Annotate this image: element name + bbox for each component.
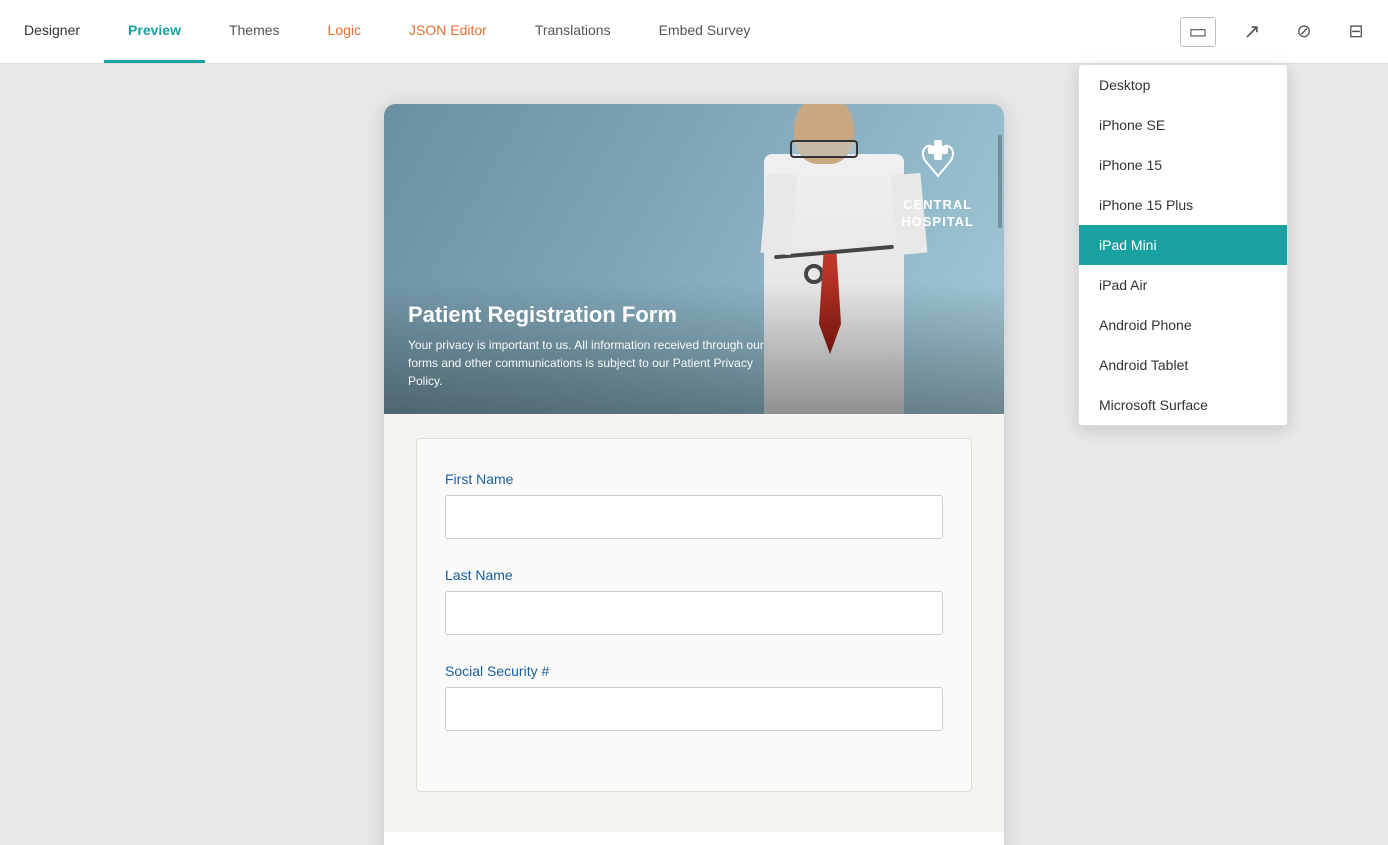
device-dropdown-menu: Desktop iPhone SE iPhone 15 iPhone 15 Pl…	[1078, 64, 1288, 426]
dropdown-item-iphone-15[interactable]: iPhone 15	[1079, 145, 1287, 185]
dropdown-item-ipad-air[interactable]: iPad Air	[1079, 265, 1287, 305]
dropdown-item-microsoft-surface[interactable]: Microsoft Surface	[1079, 385, 1287, 425]
first-name-label: First Name	[445, 471, 943, 487]
social-security-field: Social Security #	[445, 663, 943, 731]
doctor-glasses	[790, 140, 858, 158]
dropdown-item-iphone-se[interactable]: iPhone SE	[1079, 105, 1287, 145]
nav-embed-survey[interactable]: Embed Survey	[635, 0, 775, 63]
social-security-input[interactable]	[445, 687, 943, 731]
top-navigation: Designer Preview Themes Logic JSON Edito…	[0, 0, 1388, 64]
last-name-input[interactable]	[445, 591, 943, 635]
hospital-logo: CENTRAL HOSPITAL	[901, 134, 974, 231]
nav-themes[interactable]: Themes	[205, 0, 304, 63]
hero-scrollbar[interactable]	[998, 135, 1002, 228]
dropdown-item-ipad-mini[interactable]: iPad Mini	[1079, 225, 1287, 265]
dropdown-item-desktop[interactable]: Desktop	[1079, 65, 1287, 105]
share-icon-button[interactable]: ↗	[1236, 16, 1268, 48]
eye-slash-icon-button[interactable]: ⊘	[1288, 16, 1320, 48]
last-name-label: Last Name	[445, 567, 943, 583]
nav-preview[interactable]: Preview	[104, 0, 205, 63]
survey-subtitle: Your privacy is important to us. All inf…	[408, 336, 788, 390]
social-security-label: Social Security #	[445, 663, 943, 679]
survey-panel: CENTRAL HOSPITAL Patient Registration Fo…	[384, 104, 1004, 845]
hospital-name: CENTRAL HOSPITAL	[901, 197, 974, 231]
book-icon-button[interactable]: ⊟	[1340, 16, 1372, 48]
nav-translations[interactable]: Translations	[511, 0, 635, 63]
monitor-icon-button[interactable]: ▭	[1180, 17, 1216, 47]
last-name-field: Last Name	[445, 567, 943, 635]
nav-designer[interactable]: Designer	[0, 0, 104, 63]
dropdown-item-android-tablet[interactable]: Android Tablet	[1079, 345, 1287, 385]
survey-title: Patient Registration Form	[408, 302, 980, 328]
first-name-field: First Name	[445, 471, 943, 539]
nav-json-editor[interactable]: JSON Editor	[385, 0, 511, 63]
stethoscope-circle	[804, 264, 824, 284]
nav-actions: ▭ ↗ ⊘ ⊟	[1164, 0, 1388, 63]
dropdown-item-iphone-15-plus[interactable]: iPhone 15 Plus	[1079, 185, 1287, 225]
nav-logic[interactable]: Logic	[304, 0, 385, 63]
form-inner: First Name Last Name Social Security #	[416, 438, 972, 792]
first-name-input[interactable]	[445, 495, 943, 539]
hero-section: CENTRAL HOSPITAL Patient Registration Fo…	[384, 104, 1004, 414]
hospital-cross-icon	[913, 134, 963, 193]
dropdown-item-android-phone[interactable]: Android Phone	[1079, 305, 1287, 345]
form-content: First Name Last Name Social Security #	[384, 414, 1004, 832]
main-area: CENTRAL HOSPITAL Patient Registration Fo…	[0, 64, 1388, 845]
hero-text: Patient Registration Form Your privacy i…	[384, 282, 1004, 414]
